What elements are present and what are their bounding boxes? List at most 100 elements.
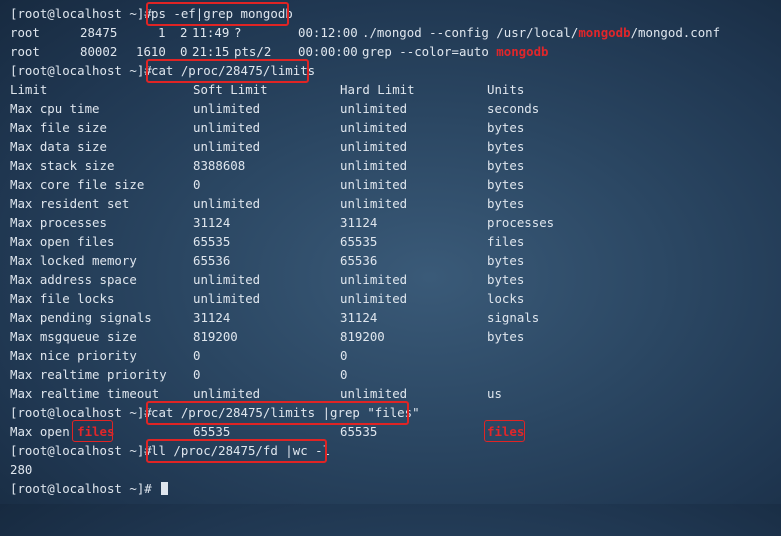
hard-limit: 819200 <box>340 329 385 344</box>
limits-header-row: Limit Soft Limit Hard Limit Units <box>10 80 524 99</box>
limit-units: us <box>487 386 502 401</box>
limit-name: Max nice priority <box>10 348 137 363</box>
hard-limit: unlimited <box>340 158 408 173</box>
limit-units: bytes <box>487 272 525 287</box>
grep-result-row: Max open files 65535 65535 files <box>10 422 524 441</box>
limit-name: Max data size <box>10 139 107 154</box>
hard-limit: 0 <box>340 367 348 382</box>
grep-match-highlight: files <box>77 424 115 439</box>
hard-limit: unlimited <box>340 386 408 401</box>
ps-cmd-text: grep --color=auto <box>362 44 497 59</box>
terminal-line-grep-command: [root@localhost ~]# cat /proc/28475/limi… <box>10 403 420 422</box>
limit-units: files <box>487 234 525 249</box>
limit-units: bytes <box>487 196 525 211</box>
limit-name: Max core file size <box>10 177 145 192</box>
ps-time: 00:12:00 <box>298 25 358 40</box>
ps-ppid: 1610 <box>136 44 166 59</box>
limit-name: Max msgqueue size <box>10 329 137 344</box>
hard-limit: 65535 <box>340 234 378 249</box>
soft-limit: unlimited <box>193 139 261 154</box>
hard-limit: unlimited <box>340 177 408 192</box>
hard-limit: unlimited <box>340 272 408 287</box>
ps-cmd-text: /mongod.conf <box>630 25 721 40</box>
soft-limit: unlimited <box>193 272 261 287</box>
hard-limit: unlimited <box>340 120 408 135</box>
fd-count: 280 <box>10 462 33 477</box>
soft-limit: unlimited <box>193 196 261 211</box>
limit-name: Max processes <box>10 215 107 230</box>
hard-limit: unlimited <box>340 291 408 306</box>
terminal-line-current[interactable]: [root@localhost ~]# <box>10 479 169 498</box>
hard-limit: 65536 <box>340 253 378 268</box>
units-highlight: files <box>487 424 525 439</box>
limit-name: Max stack size <box>10 158 115 173</box>
limit-units: bytes <box>487 329 525 344</box>
hard-limit: unlimited <box>340 101 408 116</box>
limit-units: seconds <box>487 101 540 116</box>
grep-match-highlight: mongodb <box>496 44 549 59</box>
limit-units: bytes <box>487 158 525 173</box>
hard-limit: 0 <box>340 348 348 363</box>
ps-user: root <box>10 44 40 59</box>
limit-name: Max file size <box>10 120 107 135</box>
ps-tty: ? <box>234 25 242 40</box>
ps-time: 00:00:00 <box>298 44 358 59</box>
terminal-window[interactable]: [root@localhost ~]# ps -ef|grep mongodb … <box>0 0 781 504</box>
limit-name: Max pending signals <box>10 310 152 325</box>
ps-cpu: 2 <box>180 25 188 40</box>
command-cat-grep: cat /proc/28475/limits |grep "files" <box>151 405 420 420</box>
limit-units: locks <box>487 291 525 306</box>
header-units: Units <box>487 82 525 97</box>
terminal-line-ps-command: [root@localhost ~]# ps -ef|grep mongodb <box>10 4 293 23</box>
limit-units: bytes <box>487 177 525 192</box>
command-ll-fd: ll /proc/28475/fd |wc -l <box>151 443 331 458</box>
limit-name: Max open files <box>10 422 114 441</box>
soft-limit: 31124 <box>193 215 231 230</box>
soft-limit: 0 <box>193 348 201 363</box>
shell-prompt: [root@localhost ~]# <box>10 63 160 78</box>
grep-match-highlight: mongodb <box>578 25 631 40</box>
command-cat-limits: cat /proc/28475/limits <box>151 63 316 78</box>
soft-limit: unlimited <box>193 101 261 116</box>
cursor-icon <box>161 482 169 495</box>
limit-name: Max open files <box>10 234 115 249</box>
limit-units: bytes <box>487 139 525 154</box>
fd-count-output: 280 <box>10 460 40 479</box>
terminal-line-cat-command: [root@localhost ~]# cat /proc/28475/limi… <box>10 61 315 80</box>
limit-name: Max locked memory <box>10 253 137 268</box>
limit-name-text: Max open <box>10 424 78 439</box>
ps-user: root <box>10 25 40 40</box>
limit-units: bytes <box>487 253 525 268</box>
limit-units: signals <box>487 310 540 325</box>
ps-stime: 11:49 <box>192 25 230 40</box>
soft-limit: 65535 <box>193 424 231 439</box>
ps-pid: 28475 <box>80 25 118 40</box>
terminal-line-ll-command: [root@localhost ~]# ll /proc/28475/fd |w… <box>10 441 330 460</box>
shell-prompt: [root@localhost ~]# <box>10 479 169 498</box>
hard-limit: unlimited <box>340 196 408 211</box>
ps-cmd: ./mongod --config /usr/local/mongodb/mon… <box>362 23 720 42</box>
header-soft-limit: Soft Limit <box>193 82 268 97</box>
soft-limit: unlimited <box>193 291 261 306</box>
header-limit: Limit <box>10 82 48 97</box>
ps-stime: 21:15 <box>192 44 230 59</box>
limit-name: Max realtime priority <box>10 367 167 382</box>
limit-name: Max resident set <box>10 196 130 211</box>
ps-cmd: grep --color=auto mongodb <box>362 42 549 61</box>
soft-limit: 65535 <box>193 234 231 249</box>
soft-limit: 0 <box>193 367 201 382</box>
shell-prompt: [root@localhost ~]# <box>10 6 160 21</box>
soft-limit: 819200 <box>193 329 238 344</box>
hard-limit: unlimited <box>340 139 408 154</box>
limit-name: Max address space <box>10 272 137 287</box>
soft-limit: 31124 <box>193 310 231 325</box>
ps-pid: 80002 <box>80 44 118 59</box>
ps-cpu: 0 <box>180 44 188 59</box>
ps-tty: pts/2 <box>234 44 272 59</box>
ps-output-row: root 28475 1 2 11:49 ? 00:12:00 ./mongod… <box>10 23 720 42</box>
soft-limit: 0 <box>193 177 201 192</box>
soft-limit: 65536 <box>193 253 231 268</box>
ps-output-row: root 80002 1610 0 21:15 pts/2 00:00:00 g… <box>10 42 549 61</box>
soft-limit: unlimited <box>193 386 261 401</box>
shell-prompt: [root@localhost ~]# <box>10 443 160 458</box>
